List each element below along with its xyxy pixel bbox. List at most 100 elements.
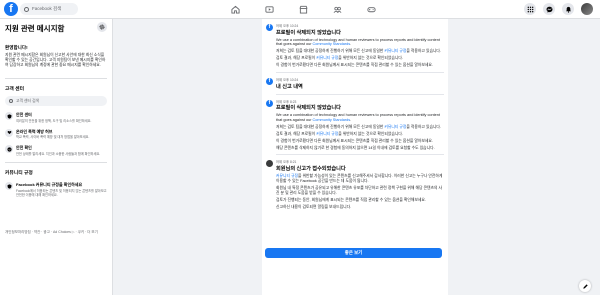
done-button[interactable]: 좋은 보기 (265, 248, 442, 258)
paragraph-text: 저희는 검토 팀을 대대한 공정하게 진행하기 위해 모든 신고에 동일한 (276, 49, 385, 54)
divider (5, 78, 107, 80)
support-message[interactable]: f 어제 오후 10:24 프로필이 삭제되지 않았습니다 We use a comb… (266, 23, 444, 68)
message-title: 내 신고 내역 (276, 83, 303, 90)
paragraph-text: We use a combination of technology and h… (276, 37, 440, 47)
support-message[interactable]: f 어제 오후 10:24 내 신고 내역 (266, 77, 444, 90)
menu-icon[interactable] (524, 3, 536, 15)
message-paragraph: 커뮤니티 규정을 위반할 가능성이 있는 콘텐츠를 신고해주셔서 감사합니다. … (276, 174, 444, 184)
paragraph-text: 을 위반할 가능성이 있는 콘텐츠를 신고해주셔서 감사합니다. 이러한 신고는… (276, 173, 443, 183)
welcome-heading: 환영합니다! (5, 45, 28, 50)
sidebar-title: 지원 관련 메시지함 (5, 24, 65, 33)
community-standards-link[interactable]: 커뮤니티 규정 (316, 132, 338, 136)
message-body: 어제 오후 10:24 내 신고 내역 (276, 77, 444, 90)
paragraph-text: 을 위반하지 않는 것으로 확인되었습니다. (338, 131, 403, 136)
message-separator (276, 93, 444, 95)
community-standards-link[interactable]: 커뮤니티 규정 (384, 125, 406, 129)
paragraph-text: 을 적용하고 있습니다. (406, 124, 441, 129)
message-timestamp: 어제 오후 10:24 (276, 78, 299, 83)
community-item-desc: Facebook에서 허용되는 콘텐츠 및 허용되지 않는 콘텐츠를 알아보고 … (16, 188, 107, 197)
sidebar-footer-links[interactable]: 개인정보처리방침 · 약관 · 광고 · Ad Choices ▷ · 쿠키 ·… (5, 230, 107, 235)
gaming-icon[interactable] (365, 3, 378, 16)
video-icon[interactable] (263, 3, 276, 16)
message-paragraph: 이 경험이 번거로웠다면 다른 회원님께서 표시되는 콘텐츠를 직접 관리할 수… (276, 63, 444, 68)
groups-icon[interactable] (331, 3, 344, 16)
report-icon (266, 160, 273, 168)
help-item-desc: 학교 폭력, 사이버 폭력 예방 및 대처 방법을 알아보세요. (16, 135, 90, 140)
check-circle-icon (5, 145, 13, 154)
message-list: f 어제 오후 10:24 프로필이 삭제되지 않았습니다 We use a comb… (266, 23, 444, 209)
top-navigation-bar: f Facebook 검색 (0, 0, 600, 19)
message-paragraph: We use a combination of technology and h… (276, 113, 444, 123)
search-placeholder: Facebook 검색 (32, 6, 62, 11)
message-title: 프로필이 삭제되지 않았습니다 (276, 29, 341, 36)
paragraph-text: We use a combination of technology and h… (276, 113, 440, 122)
messenger-icon[interactable] (543, 3, 555, 15)
account-avatar[interactable] (581, 3, 593, 15)
paragraph-text: 검토 결과, 해당 프로필이 (276, 56, 317, 61)
search-input[interactable]: Facebook 검색 (20, 3, 78, 15)
community-standards-link[interactable]: 커뮤니티 규정 (316, 56, 338, 60)
community-standards-item[interactable]: Facebook 커뮤니티 규정을 확인하세요 Facebook에서 허용되는 … (5, 182, 107, 197)
paragraph-text: . (350, 117, 352, 122)
message-body: 어제 오후 10:24 프로필이 삭제되지 않았습니다 We use a combi… (276, 23, 444, 68)
help-center-heading: 고객 센터 (5, 87, 24, 93)
paragraph-text: 검토 결과, 해당 프로필이 (276, 131, 317, 136)
facebook-icon: f (266, 24, 273, 31)
search-icon (24, 6, 29, 12)
message-paragraph: 해당 콘텐츠를 삭제하지 않기로 한 경험에 동의하지 않으면 14일 이내에 … (276, 146, 444, 151)
message-body: 어제 오후 8:23 프로필이 삭제되지 않았습니다 We use a combin… (276, 99, 444, 151)
help-item-desc: 여러분의 안전을 위한 정책, 도구 및 리소스를 확인하세요. (16, 118, 92, 123)
paragraph-text: 검토가 진행되는 동안, 회원님에게 표시되는 콘텐츠를 직접 관리할 수 있는… (276, 197, 426, 202)
shield-icon (5, 182, 13, 191)
paragraph-text: . (350, 42, 352, 47)
help-item-title: 안전 확인 (16, 145, 32, 151)
community-standards-link[interactable]: Community Standards (313, 42, 351, 46)
message-timestamp: 어제 오후 8:23 (276, 99, 297, 104)
message-paragraph: 신고하신 내용이 검토되면 알림을 보내드립니다. (276, 205, 444, 210)
compose-button[interactable] (579, 280, 591, 292)
paragraph-text: 을 적용하고 있습니다. (406, 49, 441, 54)
help-item-bullying-hub[interactable]: 온라인 폭력 예방 허브 학교 폭력, 사이버 폭력 예방 및 대처 방법을 알… (5, 128, 107, 140)
message-paragraph: 검토 결과, 해당 프로필이 커뮤니티 규정을 위반하지 않는 것으로 확인되었… (276, 132, 444, 137)
paragraph-text: 이 경험이 번거로웠다면 다른 회원님께서 표시되는 콘텐츠를 직접 관리할 수… (276, 138, 433, 143)
help-item-desc: 안전 상태를 알리세요. 지인과 소중한 사람들과 함께 확인하세요. (16, 151, 101, 156)
facebook-logo[interactable]: f (4, 2, 18, 16)
bell-icon[interactable] (562, 3, 574, 15)
help-search-placeholder: 고객 센터 검색 (16, 98, 40, 103)
paragraph-text: 이 경험이 번거로웠다면 다른 회원님께서 표시되는 콘텐츠를 직접 관리할 수… (276, 63, 433, 68)
message-timestamp: 어제 오후 10:24 (276, 24, 299, 28)
community-standards-link[interactable]: 커뮤니티 규정 (384, 49, 406, 53)
hand-heart-icon (5, 128, 13, 137)
message-body: 어제 오후 8:21 회원님의 신고가 접수되었습니다 커뮤니티 규정을 위반할 가… (276, 159, 444, 209)
support-inbox-sidebar: 지원 관련 메시지함 환영합니다! 지원 관련 메시지함은 회원님이 신고한 사… (0, 19, 113, 295)
settings-gear-button[interactable] (97, 22, 107, 32)
facebook-icon: f (266, 99, 273, 107)
help-center-search-input[interactable]: 고객 센터 검색 (5, 96, 107, 107)
paragraph-text: 을 위반하지 않는 것으로 확인되었습니다. (338, 56, 403, 61)
message-separator (276, 154, 444, 156)
welcome-description: 지원 관련 메시지함은 회원님이 신고한 사안에 대한 최신 소식을 확인할 수… (5, 53, 106, 68)
home-icon[interactable] (229, 3, 242, 16)
help-item-safety-check[interactable]: 안전 확인 안전 상태를 알리세요. 지인과 소중한 사람들과 함께 확인하세요… (5, 145, 107, 156)
support-message[interactable]: 어제 오후 8:21 회원님의 신고가 접수되었습니다 커뮤니티 규정을 위반할 가… (266, 159, 444, 209)
edit-icon (582, 283, 588, 289)
paragraph-text: 신고하신 내용이 검토되면 알림을 보내드립니다. (276, 204, 352, 209)
divider (5, 162, 107, 164)
paragraph-text: 저희는 검토 팀을 대대한 공정하게 진행하기 위해 모든 신고에 동일한 (276, 124, 385, 129)
message-separator (276, 72, 444, 74)
gear-icon (99, 24, 105, 30)
support-message[interactable]: f 어제 오후 8:23 프로필이 삭제되지 않았습니다 We use a combi… (266, 99, 444, 151)
shield-icon (5, 112, 13, 121)
marketplace-icon[interactable] (297, 3, 310, 16)
message-paragraph: We use a combination of technology and h… (276, 38, 444, 48)
paragraph-text: 해당 콘텐츠를 삭제하지 않기로 한 경험에 동의하지 않으면 14일 이내에 … (276, 145, 435, 150)
message-paragraph: 저희는 검토 팀을 대대한 공정하게 진행하기 위해 모든 신고에 동일한 커뮤… (276, 49, 444, 54)
community-standards-link[interactable]: 커뮤니티 규정 (276, 174, 298, 178)
message-title: 프로필이 삭제되지 않았습니다 (276, 105, 341, 112)
community-standards-link[interactable]: Community Standards (313, 118, 351, 122)
help-item-title: 안전 센터 (16, 112, 32, 118)
message-paragraph: 저희는 검토 팀을 대대한 공정하게 진행하기 위해 모든 신고에 동일한 커뮤… (276, 125, 444, 130)
message-paragraph: 이 경험이 번거로웠다면 다른 회원님께서 표시되는 콘텐츠를 직접 관리할 수… (276, 139, 444, 144)
help-item-safety-center[interactable]: 안전 센터 여러분의 안전을 위한 정책, 도구 및 리소스를 확인하세요. (5, 112, 107, 123)
message-paragraph: 검토가 진행되는 동안, 회원님에게 표시되는 콘텐츠를 직접 관리할 수 있는… (276, 198, 444, 203)
